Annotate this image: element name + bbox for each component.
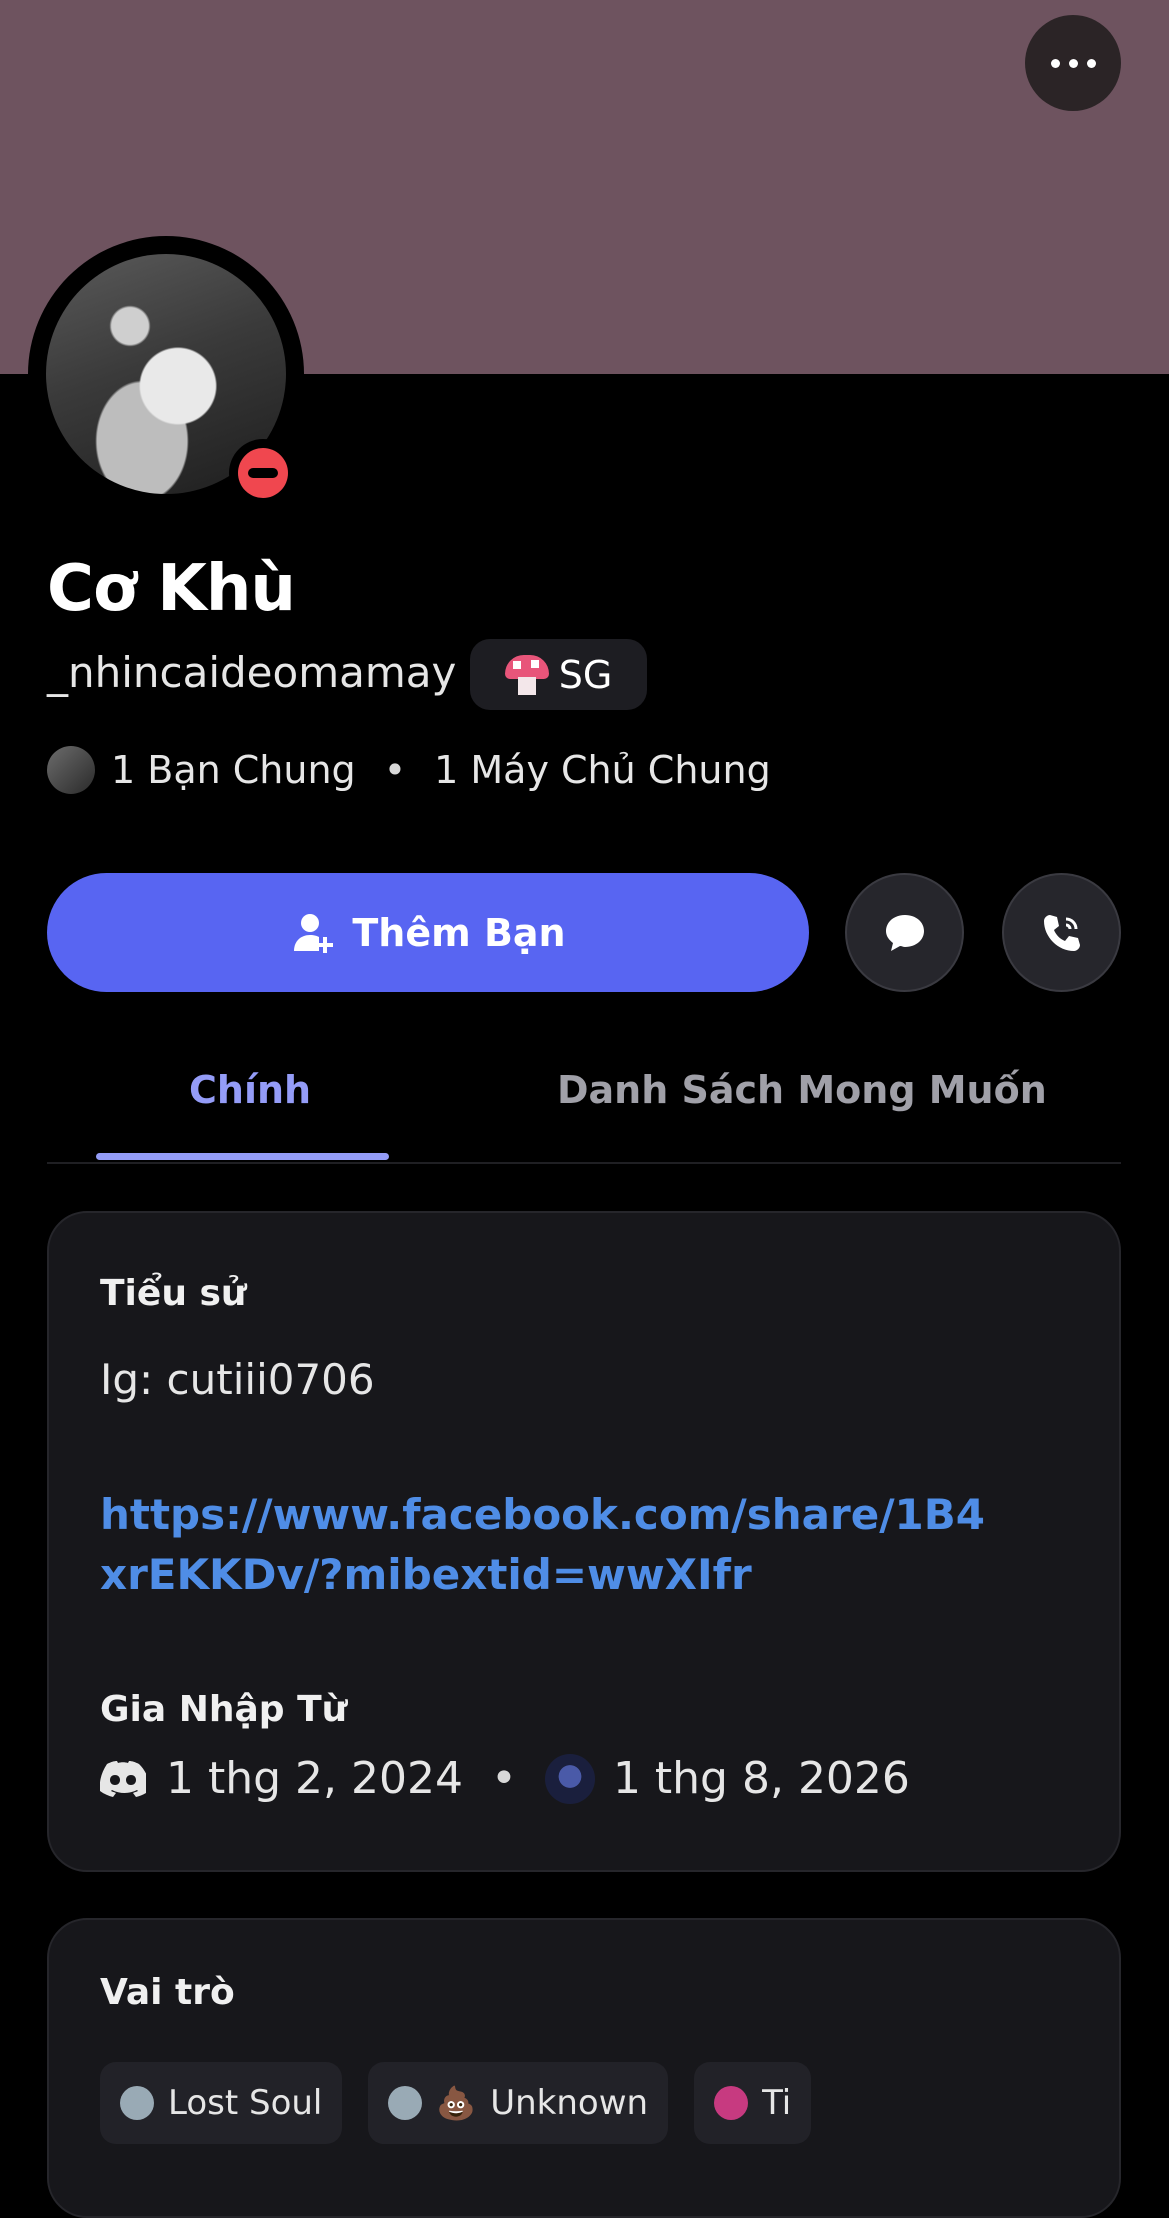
discord-join-date: 1 thg 2, 2024 xyxy=(166,1753,463,1804)
mutual-friends[interactable]: 1 Bạn Chung xyxy=(111,748,356,792)
display-name: Cơ Khù xyxy=(47,552,296,626)
server-icon xyxy=(544,1753,595,1804)
more-options-button[interactable] xyxy=(1025,15,1121,111)
role-color-dot xyxy=(120,2086,154,2120)
role-name: Lost Soul xyxy=(168,2083,323,2123)
tab-main[interactable]: Chính xyxy=(189,1068,311,1112)
call-icon xyxy=(1043,914,1080,951)
bio-ig: Ig: cutiii0706 xyxy=(100,1355,375,1404)
role-chip[interactable]: Ti xyxy=(694,2062,812,2144)
roles-list: Lost Soul 💩 Unknown Ti xyxy=(100,2062,812,2144)
tab-wishlist[interactable]: Danh Sách Mong Muốn xyxy=(557,1068,1047,1112)
bio-link[interactable]: https://www.facebook.com/share/1B4xrEKKD… xyxy=(100,1485,1000,1605)
add-friend-label: Thêm Bạn xyxy=(352,910,566,955)
active-tab-indicator xyxy=(96,1153,389,1160)
role-name: Unknown xyxy=(490,2083,649,2123)
call-button[interactable] xyxy=(1002,873,1121,992)
about-card: Tiểu sử Ig: cutiii0706 https://www.faceb… xyxy=(47,1211,1121,1872)
add-friend-icon xyxy=(294,913,334,953)
role-name: Ti xyxy=(762,2083,792,2123)
message-button[interactable] xyxy=(845,873,964,992)
bio-title: Tiểu sử xyxy=(100,1273,247,1314)
discord-icon xyxy=(100,1760,146,1797)
do-not-disturb-icon xyxy=(238,448,288,498)
message-icon xyxy=(885,914,924,951)
member-since-title: Gia Nhập Từ xyxy=(100,1689,348,1730)
status-indicator xyxy=(229,439,297,507)
server-tag[interactable]: SG xyxy=(470,639,647,710)
role-color-dot xyxy=(388,2086,423,2120)
role-emoji: 💩 xyxy=(436,2084,477,2122)
member-since-row: 1 thg 2, 2024 • 1 thg 8, 2026 xyxy=(100,1753,910,1804)
more-icon xyxy=(1050,58,1060,68)
separator: • xyxy=(490,1753,517,1804)
roles-title: Vai trò xyxy=(100,1972,235,2013)
username: _nhincaideomamay xyxy=(47,648,457,697)
mutual-friend-avatar xyxy=(47,746,95,794)
mutual-servers[interactable]: 1 Máy Chủ Chung xyxy=(434,748,771,792)
separator: • xyxy=(383,748,407,792)
server-tag-label: SG xyxy=(558,652,613,697)
role-chip[interactable]: 💩 Unknown xyxy=(368,2062,669,2144)
profile-tabs: Chính Danh Sách Mong Muốn xyxy=(47,1058,1121,1164)
role-chip[interactable]: Lost Soul xyxy=(100,2062,343,2144)
role-color-dot xyxy=(714,2086,749,2120)
mushroom-icon xyxy=(504,654,549,695)
mutuals-row[interactable]: 1 Bạn Chung • 1 Máy Chủ Chung xyxy=(47,746,771,794)
add-friend-button[interactable]: Thêm Bạn xyxy=(47,873,809,992)
server-join-date: 1 thg 8, 2026 xyxy=(612,1753,910,1804)
roles-card: Vai trò Lost Soul 💩 Unknown Ti xyxy=(47,1918,1121,2218)
